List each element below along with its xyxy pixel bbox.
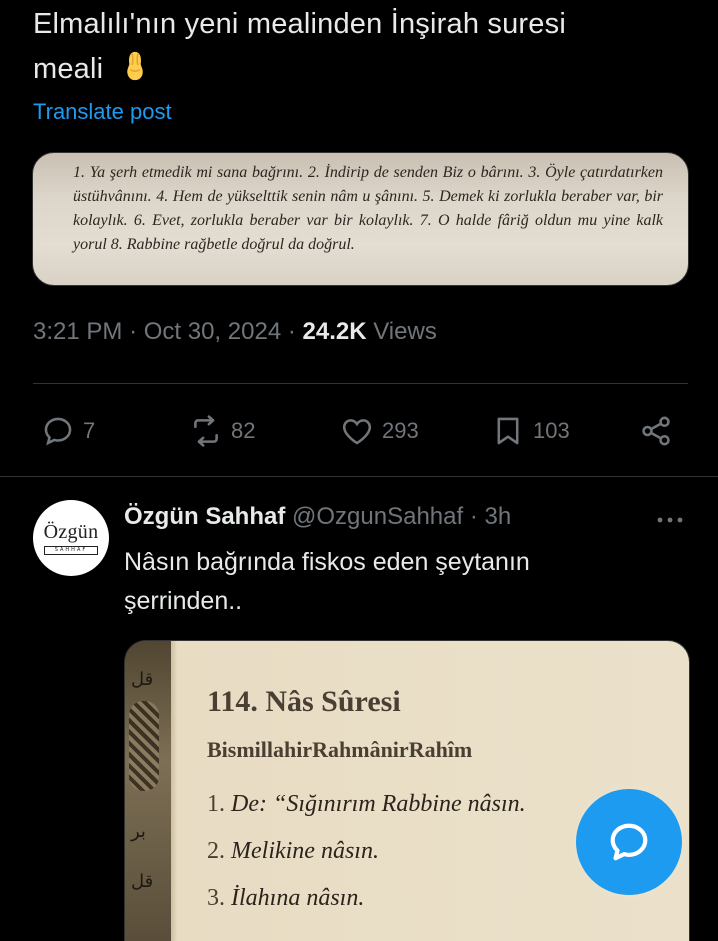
verse-number: 1. — [207, 791, 225, 817]
tweet-image-text: 1. Ya şerh etmedik mi sana bağrını. 2. İ… — [73, 164, 663, 253]
book-ornament — [129, 701, 159, 791]
reply-text-line-2: şerrinden.. — [124, 587, 243, 615]
avatar-logo-text: Özgün — [43, 520, 99, 543]
reply-button[interactable]: 7 — [41, 408, 95, 454]
reply-text-line-1: Nâsın bağrında fiskos eden şeytanın — [124, 548, 530, 576]
bookmark-button[interactable]: 103 — [491, 408, 570, 454]
share-button[interactable] — [639, 408, 673, 454]
tweet-text-line-2-text: meali — [33, 53, 104, 85]
tweet-image[interactable]: 1. Ya şerh etmedik mi sana bağrını. 2. İ… — [32, 152, 689, 286]
translate-post-link[interactable]: Translate post — [33, 99, 172, 125]
tweet-time[interactable]: 3:21 PM — [33, 318, 122, 345]
share-icon — [642, 416, 670, 446]
bookmark-count: 103 — [533, 418, 570, 443]
more-icon[interactable] — [654, 508, 686, 532]
like-icon — [342, 419, 372, 445]
reply-header: Özgün Sahhaf @OzgunSahhaf · 3h — [124, 503, 511, 531]
like-count: 293 — [382, 418, 419, 443]
arabic-script-mark: ﻗﻞ — [131, 669, 154, 690]
compose-button[interactable] — [576, 789, 682, 895]
repost-icon — [194, 415, 218, 447]
avatar-logo-subtext: SAHHAF — [44, 545, 98, 555]
reply-count: 7 — [83, 418, 96, 443]
avatar[interactable]: Özgün SAHHAF — [33, 500, 109, 576]
compose-icon — [610, 823, 648, 861]
meta-separator: · — [287, 318, 296, 345]
repost-button[interactable]: 82 — [189, 408, 255, 454]
tweet-text-line-1: Elmalılı'nın yeni mealinden İnşirah sure… — [33, 8, 566, 40]
thread-divider — [0, 476, 718, 477]
verse-number: 2. — [207, 838, 225, 864]
arabic-script-mark: ﺑﺮ — [131, 821, 146, 842]
verse: 1. De: “Sığınırım Rabbine nâsın. — [207, 791, 526, 818]
reply-text: Nâsın bağrında fiskos eden şeytanın şerr… — [124, 543, 684, 621]
verse: 3. İlahına nâsın. — [207, 885, 364, 912]
basmala: BismillahirRahmânirRahîm — [207, 737, 473, 762]
verse-text: De: “Sığınırım Rabbine nâsın. — [231, 791, 526, 817]
reply-author-name[interactable]: Özgün Sahhaf — [124, 503, 285, 530]
verse-number: 3. — [207, 885, 225, 911]
bookmark-icon — [497, 417, 519, 445]
arabic-script-mark: ﻗﻞ — [131, 871, 154, 892]
tweet-actions: 7 82 293 103 — [33, 408, 688, 454]
reply-icon — [44, 417, 72, 446]
tweet-date[interactable]: Oct 30, 2024 — [144, 318, 281, 345]
tweet-text-line-2: meali — [33, 47, 673, 92]
tweet-text: Elmalılı'nın yeni mealinden İnşirah sure… — [33, 2, 673, 92]
divider — [33, 383, 688, 384]
like-button[interactable]: 293 — [340, 408, 419, 454]
views-label: Views — [373, 318, 437, 345]
verse-text: İlahına nâsın. — [231, 885, 365, 911]
tweet-meta: 3:21 PM · Oct 30, 2024 · 24.2K Views — [33, 318, 437, 346]
header-separator: · — [469, 503, 478, 530]
surah-title: 114. Nâs Sûresi — [207, 685, 401, 718]
repost-count: 82 — [231, 418, 256, 443]
reply-image[interactable]: ﻗﻞ ﺑﺮ ﻗﻞ 114. Nâs Sûresi BismillahirRahm… — [124, 640, 690, 941]
reply-time[interactable]: 3h — [485, 503, 512, 530]
views-count[interactable]: 24.2K — [303, 318, 367, 345]
verse-text: Melikine nâsın. — [231, 838, 379, 864]
reply-author-handle[interactable]: @OzgunSahhaf — [292, 503, 463, 530]
pinched-fingers-emoji-icon — [126, 51, 143, 81]
verse: 2. Melikine nâsın. — [207, 838, 379, 865]
meta-separator: · — [129, 318, 138, 345]
